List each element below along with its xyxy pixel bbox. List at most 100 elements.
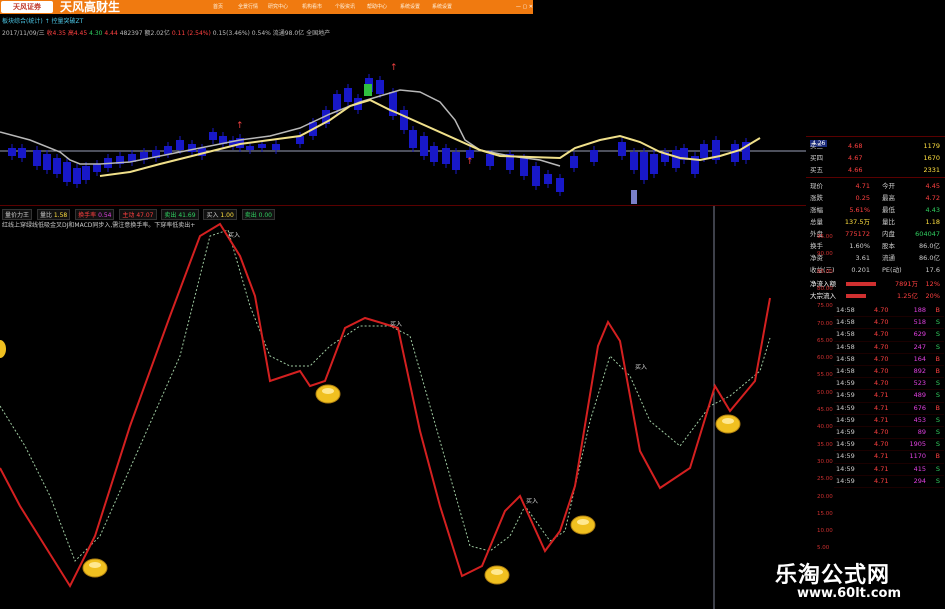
trade-price: 4.71 bbox=[874, 476, 889, 485]
trade-volume: 892 bbox=[913, 367, 926, 375]
flow-value: 1.25亿 bbox=[897, 292, 918, 300]
quote-line: 2017/11/09/三 收4.35 高4.45 4.30 4.44 48239… bbox=[2, 28, 330, 37]
stat-value: 4.45 bbox=[925, 182, 940, 190]
axis-tick-label: 90.00 bbox=[817, 251, 833, 258]
trade-side: S bbox=[935, 440, 940, 449]
menu-item-institution[interactable]: 机构看市 bbox=[302, 0, 322, 14]
trade-time: 14:59 bbox=[836, 440, 855, 449]
trade-row: 14:59 4.71 489 S bbox=[834, 389, 944, 403]
trade-price: 4.71 bbox=[874, 464, 889, 473]
trade-price: 4.70 bbox=[874, 440, 889, 449]
trade-volume: 518 bbox=[913, 318, 926, 327]
marker-label-4: 买入 bbox=[635, 363, 647, 371]
menu-item-settings[interactable]: 系统设置 bbox=[400, 0, 420, 14]
trade-time: 14:59 bbox=[836, 415, 855, 424]
stat-row: 换手 1.60% 股本 86.0亿 bbox=[808, 240, 942, 252]
quote-amplitude: 0.15(3.46%) bbox=[212, 30, 250, 37]
broker-logo: 天风证券 bbox=[1, 1, 53, 13]
menu-item-home[interactable]: 首页 bbox=[213, 0, 223, 14]
stat-label: 现价 bbox=[810, 182, 823, 190]
flow-bar bbox=[846, 282, 876, 286]
trade-row: 14:59 4.71 415 S bbox=[834, 463, 944, 476]
trade-volume: 523 bbox=[913, 379, 926, 388]
menu-item-help[interactable]: 帮助中心 bbox=[367, 0, 387, 14]
right-quote-panel: 买三 4.68 1179 买四 4.67 1670 买五 4.66 2331 现价 4.71 今开 4.… bbox=[806, 138, 945, 609]
trade-side: B bbox=[935, 367, 940, 375]
right-panel-divider bbox=[806, 136, 945, 137]
stat-label: 内盘 bbox=[882, 230, 895, 238]
trade-side: S bbox=[935, 476, 940, 485]
stat-value: 1.18 bbox=[925, 218, 940, 226]
stat-label: 量比 bbox=[882, 218, 895, 226]
trade-side: S bbox=[935, 342, 940, 351]
stat-label: 流通 bbox=[882, 254, 895, 262]
stat-value: 86.0亿 bbox=[919, 254, 940, 262]
stat-value: 86.0亿 bbox=[919, 242, 940, 250]
trade-volume: 1905 bbox=[909, 440, 926, 449]
trade-time: 14:58 bbox=[836, 330, 855, 339]
axis-tick-label: 95.00 bbox=[817, 234, 833, 240]
signal-up-2: ↑ bbox=[390, 63, 398, 73]
trade-time: 14:59 bbox=[836, 391, 855, 400]
watermark-url: www.60lt.com bbox=[797, 586, 902, 601]
candle-up bbox=[364, 84, 372, 96]
ma-gray-line bbox=[0, 89, 561, 167]
trade-price: 4.70 bbox=[874, 318, 889, 327]
stat-value: 4.43 bbox=[925, 206, 940, 214]
order-book-price: 4.67 bbox=[848, 154, 863, 162]
order-book-label: 买四 bbox=[810, 154, 823, 162]
menu-item-market[interactable]: 全景行情 bbox=[238, 0, 258, 14]
trade-side: S bbox=[935, 318, 940, 327]
quote-close: 4.44 bbox=[104, 30, 118, 37]
gold-ingot-shine bbox=[322, 388, 334, 394]
trade-price: 4.70 bbox=[874, 354, 889, 363]
menu-item-settings-2[interactable]: 系统设置 bbox=[432, 0, 452, 14]
gold-ingot-shine bbox=[89, 562, 101, 568]
stat-label: 涨幅 bbox=[810, 206, 823, 214]
stat-label: 总量 bbox=[810, 218, 823, 226]
flow-value: 7891万 bbox=[894, 280, 918, 288]
trade-time: 14:59 bbox=[836, 464, 855, 473]
marker-label-2: 买入 bbox=[390, 320, 402, 328]
flow-bar bbox=[846, 294, 866, 298]
menu-item-news[interactable]: 个股资讯 bbox=[335, 0, 355, 14]
buy-markers bbox=[82, 384, 741, 585]
kline-chart[interactable]: ↑ ↑ ↑ bbox=[0, 40, 806, 206]
gold-ingot-shine bbox=[722, 418, 734, 424]
trade-side: S bbox=[935, 379, 940, 388]
trade-row: 14:59 4.71 453 S bbox=[834, 414, 944, 427]
trade-volume: 489 bbox=[913, 391, 926, 400]
trade-volume: 453 bbox=[913, 415, 926, 424]
stat-row: 涨跌 0.25 最高 4.72 bbox=[808, 192, 942, 204]
watermark-title: 乐淘公式网 bbox=[775, 563, 891, 588]
indicator-chart[interactable]: 买入 买入 买入 买入 bbox=[0, 206, 806, 609]
quote-date: 2017/11/09/三 bbox=[2, 30, 45, 37]
stat-label: 最低 bbox=[882, 206, 895, 214]
trade-row: 14:59 4.71 1170 B bbox=[834, 450, 944, 464]
axis-tick-label: 75.00 bbox=[817, 303, 833, 310]
axis-tick-label: 65.00 bbox=[817, 337, 833, 344]
candle-highlight bbox=[631, 190, 637, 204]
quote-circulation: 流通98.0亿 bbox=[272, 30, 305, 37]
indicator-dotted-line bbox=[0, 229, 771, 562]
trade-side: S bbox=[935, 415, 940, 424]
quote-change-pct: (2.54%) bbox=[187, 30, 211, 37]
axis-tick-label: 20.00 bbox=[817, 493, 833, 500]
stat-value: 604047 bbox=[915, 230, 940, 238]
trade-row: 14:59 4.71 676 B bbox=[834, 402, 944, 415]
indicator-red-line bbox=[0, 222, 771, 589]
gold-ingot-shine bbox=[491, 569, 503, 575]
candles-group bbox=[8, 74, 750, 204]
trade-side: S bbox=[935, 464, 940, 473]
trade-row: 14:59 4.70 523 S bbox=[834, 377, 944, 391]
window-controls[interactable]: — ▢ ✕ bbox=[516, 0, 533, 14]
quote-low: 4.30 bbox=[89, 30, 103, 37]
axis-tick-label: 70.00 bbox=[817, 320, 833, 327]
trade-time: 14:59 bbox=[836, 452, 855, 461]
stat-label: 今开 bbox=[882, 182, 895, 190]
panel-separator bbox=[806, 177, 945, 178]
trade-price: 4.70 bbox=[874, 330, 889, 339]
quote-open: 收4.35 bbox=[46, 30, 66, 37]
axis-tick-label: 10.00 bbox=[817, 528, 833, 535]
menu-item-research[interactable]: 研究中心 bbox=[268, 0, 288, 14]
